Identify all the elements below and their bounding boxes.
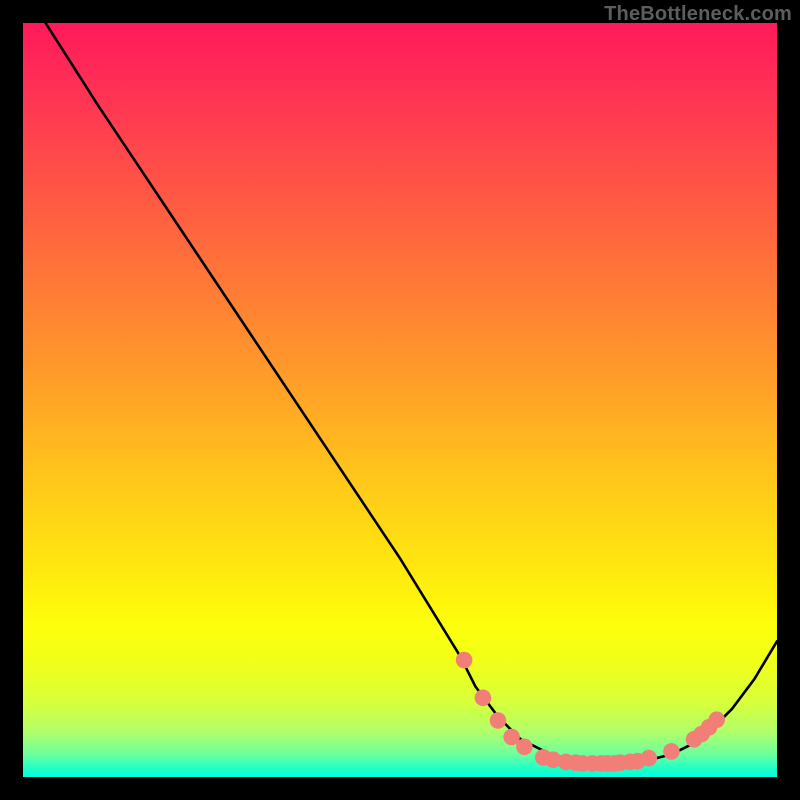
marker-dot	[456, 652, 473, 669]
curve-layer	[23, 23, 777, 777]
marker-dot	[663, 743, 680, 760]
marker-dot	[622, 754, 639, 771]
chart-stage: TheBottleneck.com	[0, 0, 800, 800]
plot-area	[23, 23, 777, 777]
marker-dot	[641, 750, 658, 767]
marker-dot	[503, 729, 520, 746]
marker-dot	[535, 749, 552, 766]
marker-dot	[686, 731, 703, 748]
marker-dot	[693, 726, 710, 743]
marker-dot	[593, 755, 610, 772]
watermark-text: TheBottleneck.com	[604, 3, 792, 26]
marker-dot	[708, 711, 725, 728]
marker-dot	[490, 712, 507, 729]
marker-dot	[475, 690, 492, 707]
curve-line	[46, 23, 777, 762]
marker-dot	[545, 751, 562, 768]
marker-dot	[701, 719, 718, 736]
marker-dot	[567, 754, 584, 771]
marker-dot	[584, 755, 601, 772]
curve-markers	[456, 652, 725, 772]
marker-dot	[599, 755, 616, 772]
marker-dot	[606, 755, 623, 772]
marker-dot	[629, 753, 646, 770]
marker-dot	[558, 754, 575, 771]
marker-dot	[612, 754, 629, 771]
marker-dot	[516, 739, 533, 756]
marker-dot	[574, 755, 591, 772]
